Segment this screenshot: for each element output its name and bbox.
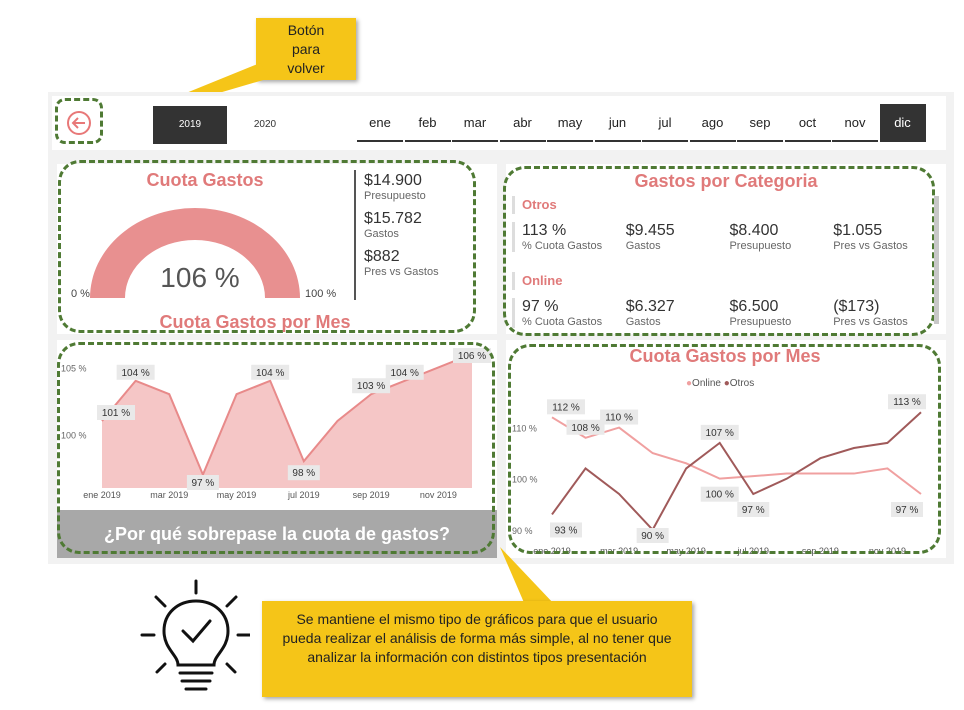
month-button-abr[interactable]: abr	[499, 104, 546, 142]
kpi-value: $882	[364, 248, 400, 265]
left-chart-highlight	[57, 342, 495, 554]
gauge-kpis: $14.900 Presupuesto $15.782 Gastos $882 Pre…	[364, 172, 439, 278]
kpi-value: $6.327	[625, 298, 675, 315]
year-2019-button[interactable]: 2019	[153, 106, 227, 144]
month-button-feb[interactable]: feb	[404, 104, 451, 142]
kpi-label: Gastos	[364, 228, 399, 240]
kpi-presupuesto: $14.900 Presupuesto	[364, 172, 439, 202]
gauge-min-label: 0 %	[71, 288, 90, 300]
category-scrollbar[interactable]	[934, 196, 939, 324]
month-button-dic[interactable]: dic	[879, 104, 926, 142]
group-row: 113 %% Cuota Gastos $9.455 Gastos $8.400 P…	[512, 222, 932, 252]
back-arrow-icon[interactable]	[66, 110, 92, 136]
left-chart-title: Cuota Gastos por Mes	[159, 312, 351, 332]
kpi-label: Pres vs Gastos	[833, 316, 908, 328]
category-kpi: $8.400 Presupuesto	[729, 222, 833, 252]
kpi-value: 97 %	[522, 298, 559, 315]
group-name: Otros	[522, 197, 557, 212]
kpi-value: 113 %	[522, 222, 567, 239]
month-button-may[interactable]: may	[547, 104, 593, 142]
kpi-label: Pres vs Gastos	[364, 266, 439, 278]
right-chart-highlight	[508, 344, 941, 554]
category-kpi: 97 %% Cuota Gastos	[522, 298, 626, 328]
lightbulb-check-icon	[140, 579, 250, 691]
kpi-value: $1.055	[833, 222, 883, 239]
month-button-ene[interactable]: ene	[357, 104, 403, 142]
category-title: Gastos por Categoria	[634, 171, 818, 191]
gauge-title: Cuota Gastos	[146, 170, 264, 190]
kpi-value: $9.455	[625, 222, 675, 239]
bottom-callout: Se mantiene el mismo tipo de gráficos pa…	[262, 601, 692, 697]
category-kpi: 113 %% Cuota Gastos	[522, 222, 626, 252]
kpi-label: % Cuota Gastos	[522, 316, 603, 328]
year-2020-button[interactable]: 2020	[228, 106, 302, 144]
month-button-mar[interactable]: mar	[452, 104, 498, 142]
callout-line: para	[291, 41, 321, 57]
kpi-value: $8.400	[729, 222, 779, 239]
kpi-label: Presupuesto	[364, 190, 426, 202]
kpi-divider	[354, 170, 356, 300]
kpi-pres-vs-gastos: $882 Pres vs Gastos	[364, 248, 439, 278]
month-button-nov[interactable]: nov	[832, 104, 878, 142]
group-header: Online	[512, 272, 932, 290]
category-kpi: $9.455 Gastos	[626, 222, 730, 252]
category-kpi: $1.055 Pres vs Gastos	[833, 222, 932, 252]
month-button-sep[interactable]: sep	[737, 104, 783, 142]
group-name: Online	[522, 273, 563, 288]
group-row: 97 %% Cuota Gastos $6.327 Gastos $6.500 Pr…	[512, 298, 932, 328]
gauge-max-label: 100 %	[305, 288, 337, 300]
kpi-value: $15.782	[364, 210, 422, 227]
month-button-jun[interactable]: jun	[594, 104, 641, 142]
kpi-label: Gastos	[625, 240, 661, 252]
callout-line: Botón	[287, 22, 325, 38]
kpi-label: Pres vs Gastos	[833, 240, 908, 252]
kpi-label: Gastos	[625, 316, 661, 328]
kpi-label: Presupuesto	[729, 316, 792, 328]
category-kpi: ($173) Pres vs Gastos	[833, 298, 932, 328]
category-kpi: $6.500 Presupuesto	[729, 298, 833, 328]
category-group-otros: Otros 113 %% Cuota Gastos $9.455 Gastos $…	[512, 196, 932, 252]
kpi-value: $6.500	[729, 298, 779, 315]
group-header: Otros	[512, 196, 932, 214]
month-button-ago[interactable]: ago	[689, 104, 736, 142]
kpi-label: % Cuota Gastos	[522, 240, 603, 252]
kpi-value: ($173)	[833, 298, 880, 315]
category-group-online: Online 97 %% Cuota Gastos $6.327 Gastos $…	[512, 272, 932, 328]
kpi-label: Presupuesto	[729, 240, 792, 252]
month-button-oct[interactable]: oct	[784, 104, 831, 142]
gauge-value: 106 %	[160, 262, 240, 293]
kpi-gastos: $15.782 Gastos	[364, 210, 439, 240]
category-kpi: $6.327 Gastos	[626, 298, 730, 328]
kpi-value: $14.900	[364, 172, 422, 189]
month-button-jul[interactable]: jul	[642, 104, 688, 142]
